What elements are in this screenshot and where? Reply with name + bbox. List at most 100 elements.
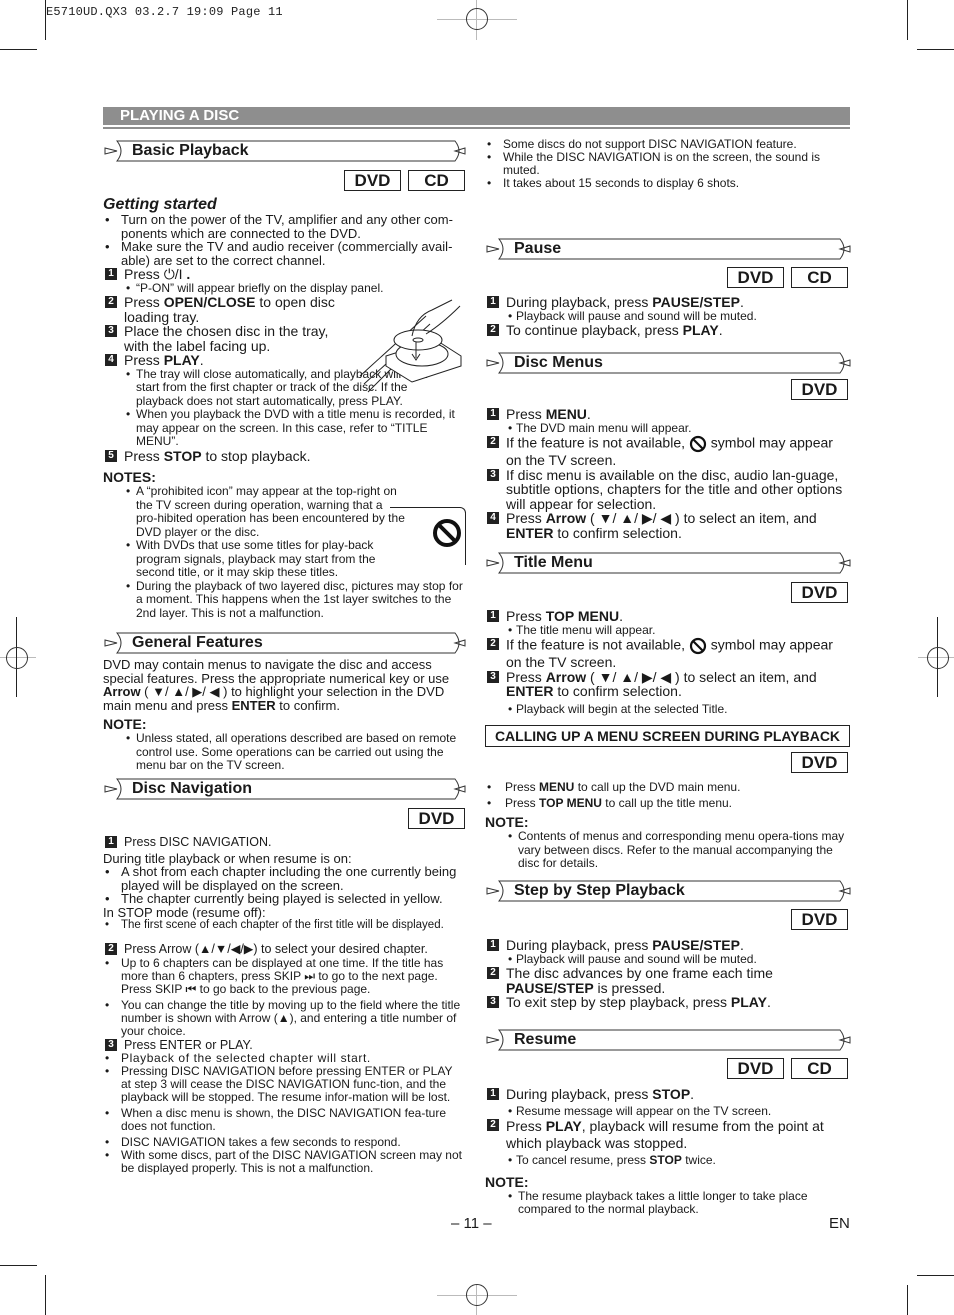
prohibited-icon — [689, 435, 706, 453]
prohibited-icon — [689, 637, 706, 655]
registration-mark — [927, 647, 949, 669]
section-heading-disc-navigation: Disc Navigation — [103, 778, 467, 800]
step-number: 1 — [105, 268, 117, 280]
registration-mark — [6, 647, 28, 669]
step-2: 2 Press Arrow (▲/▼/◀/▶) to select your de… — [103, 942, 465, 957]
registration-mark — [466, 8, 488, 30]
section-heading-general-features: General Features — [103, 632, 467, 654]
step-2: 2 Press OPEN/CLOSE to open disc loading t… — [103, 295, 363, 324]
list-item: Contents of menus and corresponding menu… — [485, 829, 850, 871]
dvd-badge: DVD — [408, 808, 465, 829]
crop-mark — [45, 0, 46, 40]
step-1: 1 Press TOP MENU. — [485, 609, 850, 624]
language-label: EN — [829, 1215, 850, 1232]
note-heading: NOTE: — [485, 1173, 529, 1190]
disc-type-badges: DVD — [408, 808, 465, 829]
resume-body: 1During playback, press STOP. Resume mes… — [485, 1087, 850, 1217]
calling-up-body: Press MENU to call up the DVD main menu.… — [485, 781, 850, 871]
banner-rule — [103, 127, 850, 129]
subheading-getting-started: Getting started — [103, 196, 217, 213]
calling-up-heading: CALLING UP A MENU SCREEN DURING PLAYBACK — [485, 725, 850, 747]
list-item: When a disc menu is shown, the DISC NAVI… — [103, 1107, 465, 1133]
disc-type-badges: DVD — [791, 582, 848, 603]
list-item: During the playback of two layered disc,… — [103, 579, 465, 621]
list-item: The title menu will appear. — [485, 623, 850, 638]
list-item: When you playback the DVD with a title m… — [103, 407, 465, 449]
cd-badge: CD — [408, 170, 465, 191]
disc-navigation-body: 1 Press DISC NAVIGATION. During title pla… — [103, 835, 465, 1175]
dvd-badge: DVD — [344, 170, 401, 191]
list-item: Make sure the TV and audio receiver (com… — [103, 240, 465, 267]
section-heading-disc-menus: Disc Menus — [485, 352, 852, 374]
section-heading-step-by-step: Step by Step Playback — [485, 880, 852, 902]
power-icon: ⏻/I — [163, 266, 183, 282]
dvd-badge: DVD — [791, 379, 848, 400]
step-2: 2 If the feature is not available, symbol… — [485, 435, 850, 468]
disc-type-badges: DVD CD — [344, 170, 465, 191]
list-item: Press MENU to call up the DVD main menu. — [485, 781, 850, 795]
section-heading-resume: Resume — [485, 1029, 852, 1051]
crop-mark — [907, 1285, 908, 1315]
title-menu-body: 1Press TOP MENU. The title menu will app… — [485, 609, 850, 716]
note-heading: NOTE: — [103, 716, 147, 732]
step-4: 4 Press Arrow ( ▼/ ▲/ ▶/ ◀ ) to select an… — [485, 511, 850, 540]
disc-type-badges: DVD — [791, 379, 848, 400]
step-3: 3 Press ENTER or PLAY. — [103, 1038, 465, 1053]
list-item: A shot from each chapter including the o… — [103, 865, 465, 892]
step-3: 3 To exit step by step playback, press PL… — [485, 995, 850, 1010]
step-2: 2 Press PLAY, playback will resume from t… — [485, 1118, 850, 1152]
crop-mark — [917, 1275, 954, 1276]
step-1: 1 During playback, press PAUSE/STEP. — [485, 295, 850, 310]
disc-tray-illustration — [359, 299, 462, 393]
disc-navigation-extra-notes: Some discs do not support DISC NAVIGATIO… — [485, 138, 850, 191]
section-heading-title-menu: Title Menu — [485, 552, 852, 574]
paragraph: In STOP mode (resume off): — [103, 904, 266, 920]
step-1: 1 During playback, press PAUSE/STEP. — [485, 938, 850, 953]
prohibited-icon-callout — [390, 507, 466, 565]
list-item: Pressing DISC NAVIGATION before pressing… — [103, 1065, 465, 1104]
list-item: With some discs, part of the DISC NAVIGA… — [103, 1149, 465, 1175]
step-3: 3 Press Arrow ( ▼/ ▲/ ▶/ ◀ ) to select an… — [485, 669, 850, 699]
step-1: 1 Press MENU. — [485, 407, 850, 422]
list-item: You can change the title by moving up to… — [103, 998, 465, 1038]
list-item: Playback will pause and sound will be mu… — [485, 952, 850, 967]
section-heading-basic-playback: Basic Playback — [103, 140, 467, 162]
list-item: The resume playback takes a little longe… — [485, 1189, 850, 1217]
step-1: 1 Press DISC NAVIGATION. — [103, 835, 465, 850]
step-by-step-body: 1During playback, press PAUSE/STEP. Play… — [485, 938, 850, 1010]
notes-heading: NOTES: — [103, 469, 156, 485]
disc-type-badges: DVD — [791, 752, 848, 773]
section-heading-pause: Pause — [485, 238, 852, 260]
general-features-body: DVD may contain menus to navigate the di… — [103, 658, 465, 773]
step-2: 2 To continue playback, press PLAY. — [485, 323, 850, 338]
dvd-badge: DVD — [791, 752, 848, 773]
dvd-badge: DVD — [791, 582, 848, 603]
step-3: 3 If disc menu is available on the disc, … — [485, 467, 850, 512]
disc-type-badges: DVD CD — [727, 267, 848, 288]
page-section-banner: PLAYING A DISC — [103, 107, 850, 125]
list-item: The DVD main menu will appear. — [485, 421, 850, 436]
step-5: 5 Press STOP to stop playback. — [103, 448, 465, 464]
list-item: While the DISC NAVIGATION is on the scre… — [485, 151, 850, 177]
list-item: Press TOP MENU to call up the title menu… — [485, 797, 850, 811]
list-item: Unless stated, all operations described … — [103, 731, 465, 773]
list-item: It takes about 15 seconds to display 6 s… — [485, 177, 850, 191]
crop-mark — [907, 0, 908, 40]
step-2: 2 The disc advances by one frame each tim… — [485, 966, 805, 995]
note-heading: NOTE: — [485, 814, 529, 830]
disc-type-badges: DVD — [791, 909, 848, 930]
step-3: 3 Place the chosen disc in the tray, with… — [103, 324, 353, 353]
crop-mark — [0, 49, 37, 50]
list-item: The first scene of each chapter of the f… — [103, 919, 465, 932]
list-item: Resume message will appear on the TV scr… — [485, 1104, 850, 1119]
paragraph: DVD may contain menus to navigate the di… — [103, 657, 450, 713]
paragraph: During title playback or when resume is … — [103, 850, 352, 866]
crop-mark — [45, 1275, 46, 1315]
list-item: Playback will begin at the selected Titl… — [485, 702, 850, 717]
cd-badge: CD — [791, 1058, 848, 1079]
registration-mark — [466, 1284, 488, 1306]
list-item: To cancel resume, press STOP twice. — [485, 1153, 850, 1168]
cd-badge: CD — [791, 267, 848, 288]
dvd-badge: DVD — [727, 267, 784, 288]
list-item: Up to 6 chapters can be displayed at one… — [103, 956, 465, 996]
